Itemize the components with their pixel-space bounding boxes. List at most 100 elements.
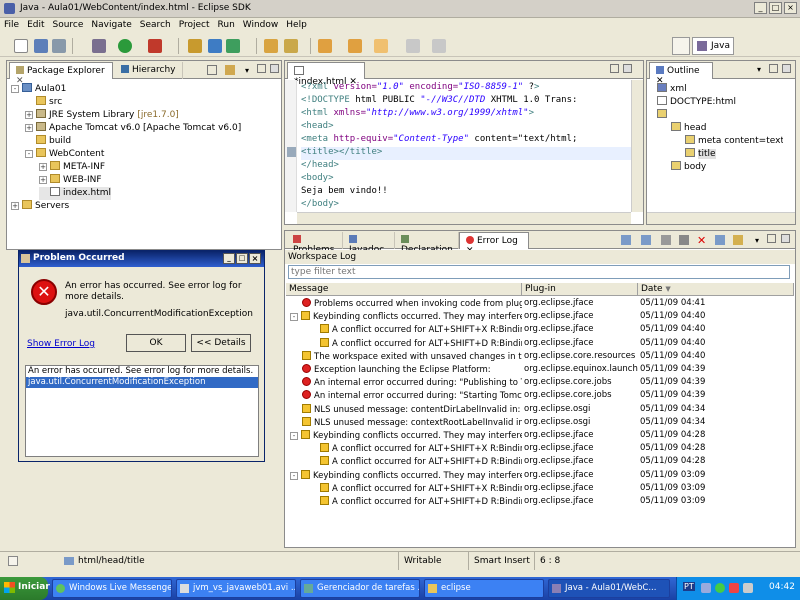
menu-edit[interactable]: Edit [23, 18, 48, 30]
tab-outline[interactable]: Outline ✕ [649, 62, 713, 86]
code-line[interactable]: <head> [301, 121, 334, 134]
collapse-all-icon[interactable] [207, 65, 217, 75]
window-title-bar[interactable]: Java - Aula01/WebContent/index.html - Ec… [0, 0, 800, 18]
details-button[interactable]: << Details [191, 334, 251, 352]
code-line[interactable]: <body> [301, 173, 334, 186]
maximize-view-icon[interactable] [782, 64, 791, 73]
messenger-tray-icon[interactable] [715, 583, 725, 593]
log-row[interactable]: The workspace exited with unsaved change… [286, 350, 794, 363]
package-explorer-item[interactable]: - WebContent [25, 148, 104, 161]
print-icon[interactable] [52, 39, 66, 53]
log-row[interactable]: A conflict occurred for ALT+SHIFT+X R:Bi… [286, 442, 794, 455]
code-line[interactable]: <?xml version="1.0" encoding="ISO-8859-1… [301, 82, 539, 95]
last-edit-location-icon[interactable] [374, 39, 388, 53]
forward-icon[interactable] [432, 39, 446, 53]
log-row[interactable]: - Keybinding conflicts occurred. They may… [286, 469, 794, 482]
log-row[interactable]: A conflict occurred for ALT+SHIFT+D R:Bi… [286, 495, 794, 508]
tab-problems[interactable]: Problems [287, 232, 343, 255]
log-row[interactable]: Problems occurred when invoking code fro… [286, 297, 794, 310]
menu-file[interactable]: File [0, 18, 23, 30]
log-row[interactable]: - Keybinding conflicts occurred. They may… [286, 310, 794, 323]
expand-icon[interactable]: + [11, 202, 19, 210]
package-explorer-item[interactable]: + Apache Tomcat v6.0 [Apache Tomcat v6.0] [25, 122, 241, 135]
outline-item[interactable] [657, 109, 670, 122]
menu-source[interactable]: Source [49, 18, 88, 30]
log-row[interactable]: NLS unused message: contentDirLabelInval… [286, 403, 794, 416]
clear-log-icon[interactable] [661, 235, 671, 245]
import-log-icon[interactable] [641, 235, 651, 245]
outline-item[interactable]: xml [657, 83, 687, 96]
details-line[interactable]: An error has occurred. See error log for… [26, 366, 258, 377]
package-explorer-item[interactable]: + WEB-INF [39, 174, 102, 187]
outline-item[interactable]: body [671, 161, 706, 174]
menu-run[interactable]: Run [214, 18, 239, 30]
expand-icon[interactable]: + [25, 124, 33, 132]
minimize-view-icon[interactable] [610, 64, 619, 73]
package-explorer-item[interactable]: src [25, 96, 62, 109]
details-line-selected[interactable]: java.util.ConcurrentModificationExceptio… [26, 377, 258, 388]
package-explorer-item[interactable]: index.html [39, 187, 111, 200]
export-log-icon[interactable] [621, 235, 631, 245]
open-perspective-icon[interactable] [672, 37, 690, 55]
run-icon[interactable] [118, 39, 132, 53]
search-icon[interactable] [284, 39, 298, 53]
view-menu-icon[interactable]: ▾ [245, 66, 249, 75]
tab-javadoc[interactable]: Javadoc [343, 232, 395, 255]
log-row[interactable]: NLS unused message: contextRootLabelInva… [286, 416, 794, 429]
open-type-icon[interactable] [264, 39, 278, 53]
collapse-icon[interactable]: - [290, 432, 298, 440]
antivirus-icon[interactable] [729, 583, 739, 593]
log-row[interactable]: An internal error occurred during: "Star… [286, 389, 794, 402]
menu-help[interactable]: Help [282, 18, 311, 30]
maximize-view-icon[interactable] [781, 234, 790, 243]
code-line[interactable]: <html xmlns="http://www.w3.org/1999/xhtm… [301, 108, 534, 121]
expand-icon[interactable]: + [39, 163, 47, 171]
delete-log-icon[interactable]: ✕ [697, 234, 706, 247]
expand-icon[interactable]: + [39, 176, 47, 184]
open-log-icon[interactable] [715, 235, 725, 245]
code-line[interactable]: <title></title> [301, 147, 631, 160]
package-explorer-item[interactable]: + META-INF [39, 161, 105, 174]
collapse-icon[interactable]: - [25, 150, 33, 158]
show-error-log-link[interactable]: Show Error Log [27, 339, 95, 349]
collapse-icon[interactable]: - [290, 471, 298, 480]
column-header-date[interactable]: Date ▼ [638, 283, 794, 296]
link-with-editor-icon[interactable] [225, 65, 235, 75]
language-indicator[interactable]: PT [683, 582, 695, 591]
fast-view-icon[interactable] [8, 556, 18, 566]
dialog-title-bar[interactable]: Problem Occurred _ □ × [19, 251, 264, 267]
outline-item[interactable]: DOCTYPE:html [657, 96, 736, 109]
expand-icon[interactable]: + [25, 111, 33, 119]
task-task-manager[interactable]: Gerenciador de tarefas ... [300, 579, 420, 598]
menu-window[interactable]: Window [239, 18, 283, 30]
ok-button[interactable]: OK [126, 334, 186, 352]
menu-project[interactable]: Project [175, 18, 214, 30]
minimize-view-icon[interactable] [769, 64, 778, 73]
dialog-maximize-button[interactable]: □ [236, 253, 248, 264]
java-perspective-button[interactable]: Java [692, 37, 734, 55]
save-icon[interactable] [34, 39, 48, 53]
view-menu-icon[interactable]: ▾ [755, 236, 759, 245]
dialog-close-button[interactable]: × [249, 253, 261, 264]
clear-viewer-icon[interactable] [679, 235, 689, 245]
tab-error-log[interactable]: Error Log ✕ [459, 232, 529, 256]
external-tools-icon[interactable] [148, 39, 162, 53]
log-row[interactable]: A conflict occurred for ALT+SHIFT+D R:Bi… [286, 455, 794, 468]
view-menu-icon[interactable]: ▾ [757, 65, 761, 74]
outline-item[interactable]: meta content=text/h [685, 135, 783, 148]
log-row[interactable]: A conflict occurred for ALT+SHIFT+D R:Bi… [286, 337, 794, 350]
tab-index-html[interactable]: *index.html ✕ [287, 62, 365, 87]
column-header-message[interactable]: Message [286, 283, 522, 296]
tab-hierarchy[interactable]: Hierarchy [115, 62, 183, 79]
network-icon[interactable] [701, 583, 711, 593]
log-row[interactable]: An internal error occurred during: "Publ… [286, 376, 794, 389]
maximize-view-icon[interactable] [270, 64, 279, 73]
package-explorer-item[interactable]: + Servers [11, 200, 69, 213]
tab-package-explorer[interactable]: Package Explorer ✕ [9, 62, 113, 86]
volume-icon[interactable] [743, 583, 753, 593]
menu-search[interactable]: Search [136, 18, 175, 30]
package-explorer-item[interactable]: build [25, 135, 71, 148]
code-editor[interactable]: <?xml version="1.0" encoding="ISO-8859-1… [285, 80, 631, 212]
code-line[interactable]: </head> [301, 160, 339, 173]
outline-item[interactable]: head [671, 122, 706, 135]
